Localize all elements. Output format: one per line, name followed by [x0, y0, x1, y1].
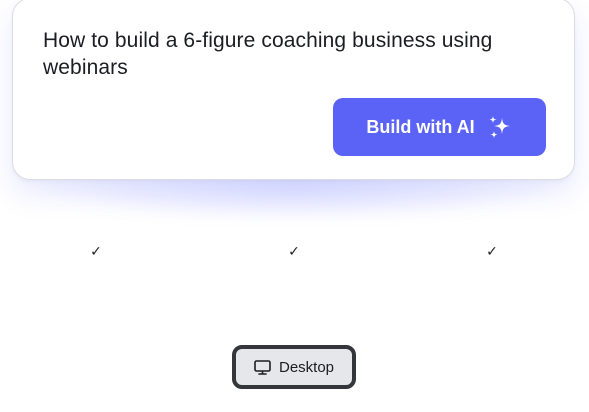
desktop-toggle-button[interactable]: Desktop: [232, 345, 356, 389]
desktop-toggle-label: Desktop: [278, 358, 335, 376]
page: How to build a 6-figure coaching busines…: [0, 0, 589, 412]
sparkle-icon: [489, 116, 510, 139]
checkmark-icon: ✓: [90, 243, 102, 259]
build-button-label: Build with AI: [366, 116, 475, 137]
build-with-ai-button[interactable]: Build with AI: [333, 98, 546, 156]
prompt-card: How to build a 6-figure coaching busines…: [12, 0, 575, 180]
monitor-icon: [254, 359, 271, 375]
checkmark-icon: ✓: [486, 243, 498, 259]
prompt-text[interactable]: How to build a 6-figure coaching busines…: [43, 27, 513, 81]
checkmark-icon: ✓: [288, 243, 300, 259]
